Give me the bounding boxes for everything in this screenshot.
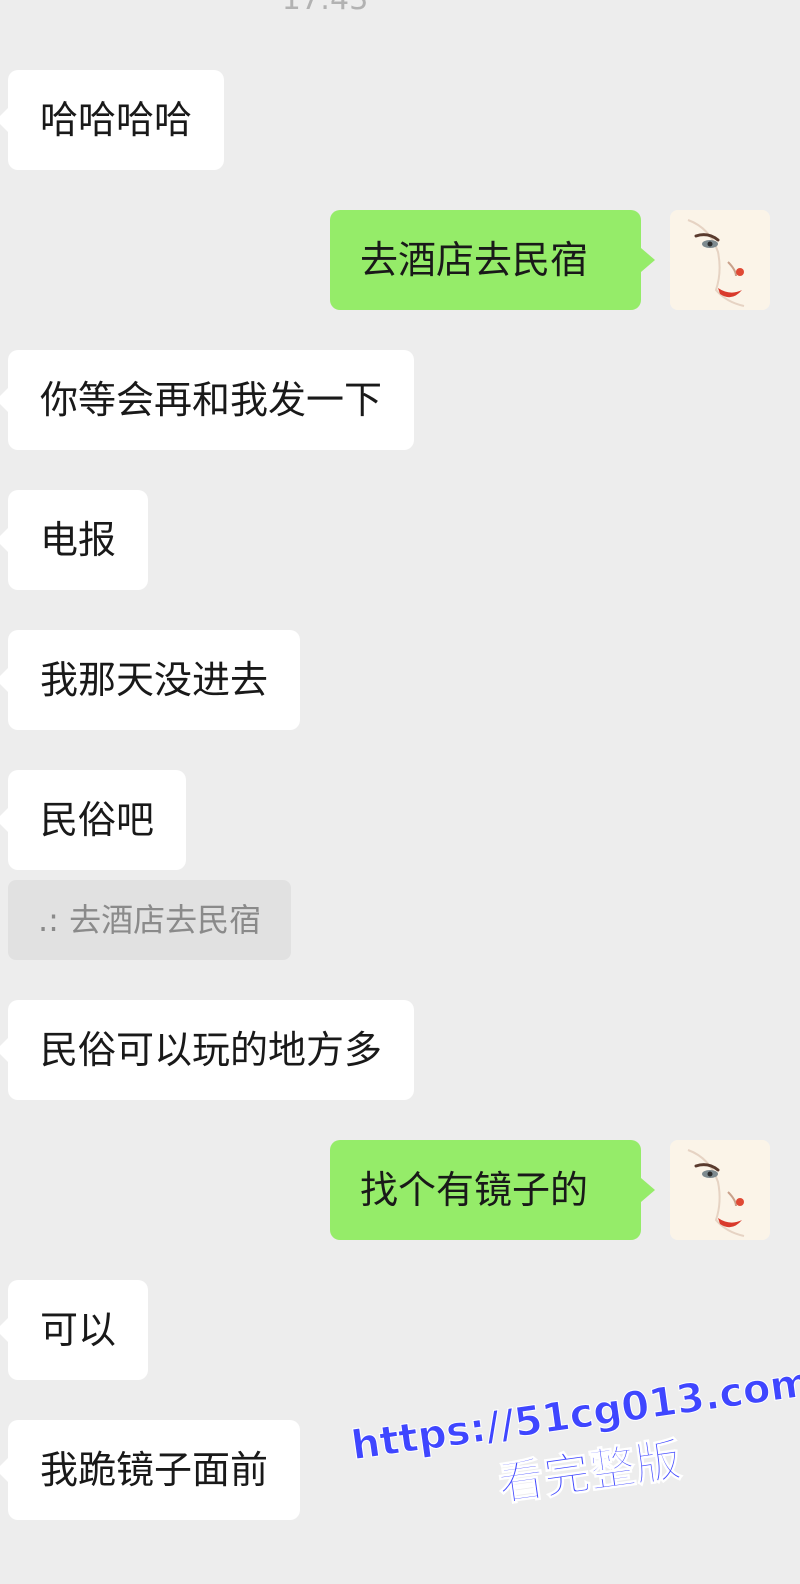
incoming-message[interactable]: 民俗可以玩的地方多 [0, 1000, 415, 1100]
incoming-message[interactable]: 可以 [0, 1280, 149, 1380]
incoming-message[interactable]: 我跪镜子面前 [0, 1420, 301, 1520]
quoted-reply[interactable]: .: 去酒店去民宿 [8, 880, 292, 960]
outgoing-message[interactable]: 找个有镜子的 [330, 1140, 655, 1240]
face-avatar-icon [670, 210, 770, 310]
user-avatar[interactable] [670, 210, 770, 310]
user-avatar[interactable] [670, 1140, 770, 1240]
incoming-message[interactable]: 电报 [0, 490, 149, 590]
outgoing-message[interactable]: 去酒店去民宿 [330, 210, 655, 310]
face-avatar-icon [670, 1140, 770, 1240]
chat-area[interactable]: 17:43 哈哈哈哈 去酒店去民宿 你等会再和我发一下 电报 我那天没进去 民俗… [0, 0, 800, 1584]
incoming-message[interactable]: 民俗吧 [0, 770, 187, 870]
incoming-message[interactable]: 我那天没进去 [0, 630, 301, 730]
incoming-message[interactable]: 哈哈哈哈 [0, 70, 225, 170]
message-timestamp: 17:43 [0, 0, 650, 20]
incoming-message[interactable]: 你等会再和我发一下 [0, 350, 415, 450]
